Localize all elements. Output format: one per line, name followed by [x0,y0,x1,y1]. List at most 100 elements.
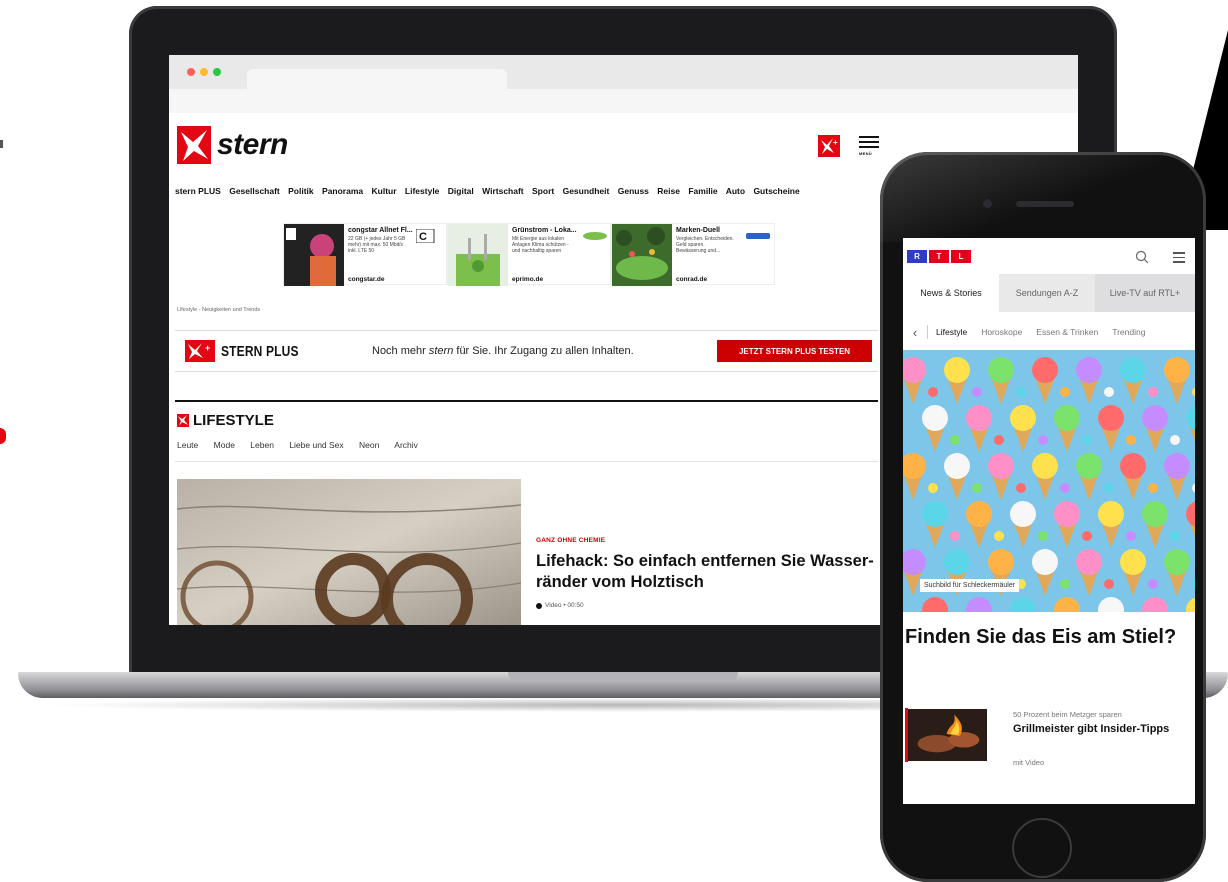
section-subnav: Leute Mode Leben Liebe und Sex Neon Arch… [177,440,431,450]
browser-chrome [169,55,1078,113]
minimize-window-button[interactable] [200,68,208,76]
nav-item-panorama[interactable]: Panorama [322,186,363,196]
laptop-notch [508,672,738,682]
ad-image-conrad [612,224,672,286]
mobile-headline[interactable]: Finden Sie das Eis am Stiel? [905,624,1189,651]
chevron-left-icon[interactable]: ‹ [903,325,927,340]
tab-sendungen-a-z[interactable]: Sendungen A-Z [999,274,1095,312]
section-title-text: LIFESTYLE [193,412,274,429]
nav-item-gesellschaft[interactable]: Gesellschaft [229,186,280,196]
subnav-separator [927,325,928,339]
nav-item-genuss[interactable]: Genuss [618,186,649,196]
conrad-logo-icon [746,233,770,239]
phone-camera [983,199,992,208]
nav-item-gutscheine[interactable]: Gutscheine [753,186,799,196]
teaser-title[interactable]: Grillmeister gibt Insider-Tipps [1013,722,1183,737]
rtl-logo[interactable]: R T L [907,250,971,263]
mobile-subnav-trending[interactable]: Trending [1112,327,1145,337]
hero-caption: Suchbild für Schleckermäuler [920,579,1020,592]
congstar-logo-icon: C [416,229,435,243]
svg-text:+: + [833,138,838,147]
breadcrumb[interactable]: Lifestyle - Neuigkeiten und Trends [177,307,260,313]
hero-image-ice-cream-pattern[interactable] [903,350,1195,612]
tab-live-tv[interactable]: Live-TV auf RTL+ [1095,274,1195,312]
menu-label: MENÜ [859,151,872,156]
mobile-subnav: ‹ Lifestyle Horoskope Essen & Trinken Tr… [903,318,1195,346]
phone-speaker [1016,201,1074,207]
browser-tab[interactable] [247,69,507,89]
rtl-logo-letter-r: R [907,250,927,263]
stern-star-icon [177,126,211,164]
hamburger-icon[interactable] [1173,252,1185,266]
nav-item-auto[interactable]: Auto [726,186,745,196]
play-icon [536,602,542,609]
ad-image-congstar [284,224,344,286]
mobile-subnav-lifestyle[interactable]: Lifestyle [936,327,967,337]
nav-item-politik[interactable]: Politik [288,186,314,196]
rtl-header: R T L [903,238,1195,274]
nav-item-familie[interactable]: Familie [688,186,717,196]
tab-news-stories[interactable]: News & Stories [903,274,999,312]
main-navigation: stern PLUS Gesellschaft Politik Panorama… [175,186,806,196]
nav-item-wirtschaft[interactable]: Wirtschaft [482,186,523,196]
stern-plus-cta-button[interactable]: JETZT STERN PLUS TESTEN [717,340,872,362]
ad-title: Marken-Duell [676,227,720,234]
stern-star-small-icon [177,414,189,427]
ad-domain: eprimo.de [512,276,544,283]
nav-item-sport[interactable]: Sport [532,186,554,196]
teaser-kicker: 50 Prozent beim Metzger sparen [1013,710,1122,719]
teaser-image-grill[interactable] [905,708,987,762]
nav-item-stern-plus[interactable]: stern PLUS [175,186,221,196]
nav-item-kultur[interactable]: Kultur [372,186,397,196]
mobile-tabs: News & Stories Sendungen A-Z Live-TV auf… [903,274,1195,312]
stern-plus-tagline: Noch mehr stern für Sie. Ihr Zugang zu a… [372,345,634,357]
menu-button[interactable]: MENÜ [859,136,879,156]
section-title: LIFESTYLE [177,412,274,429]
rtl-logo-letter-l: L [951,250,971,263]
ad-image-eprimo [448,224,508,286]
ad-text: Mit Energie aus lokalen Anlagen Klima sc… [512,236,569,254]
nav-item-reise[interactable]: Reise [657,186,680,196]
subnav-item-liebe-und-sex[interactable]: Liebe und Sex [289,440,343,450]
phone-screen: R T L News & Stories Sendungen A-Z Live-… [903,238,1195,804]
search-icon[interactable] [1135,250,1149,264]
subnav-item-leben[interactable]: Leben [250,440,274,450]
decorative-red-mark [0,428,6,444]
mobile-subnav-essen-trinken[interactable]: Essen & Trinken [1036,327,1098,337]
subnav-item-neon[interactable]: Neon [359,440,379,450]
teaser-meta: mit Video [1013,758,1045,767]
svg-text:C: C [419,231,427,243]
close-window-button[interactable] [187,68,195,76]
stern-plus-logo[interactable]: + STERN PLUS [185,340,318,362]
stern-plus-promo: + STERN PLUS Noch mehr stern für Sie. Ih… [175,330,878,372]
stern-logo[interactable]: stern [177,125,288,165]
ad-card-conrad[interactable]: Marken-Duell Vergleichen. Entscheiden. G… [611,223,775,286]
nav-item-digital[interactable]: Digital [448,186,474,196]
phone-home-button[interactable] [1012,818,1072,878]
phone-gloss [880,152,1206,242]
article-headline[interactable]: Lifehack: So einfach entfernen Sie Wasse… [536,551,886,593]
subnav-item-archiv[interactable]: Archiv [394,440,418,450]
article-image-wood-water-rings[interactable] [177,479,521,625]
ad-card-congstar[interactable]: congstar Allnet Fl... 22 GB (+ jedes Jah… [283,223,447,286]
section-divider [175,400,878,402]
article-meta: Video • 00:50 [536,602,584,609]
address-bar[interactable] [169,89,1078,113]
nav-item-lifestyle[interactable]: Lifestyle [405,186,440,196]
ad-title: Grünstrom - Loka... [512,227,577,234]
ad-text: 22 GB (+ jedes Jahr 5 GB mehr) mit max. … [348,236,406,254]
ad-title: congstar Allnet Fl... [348,227,413,234]
subnav-item-mode[interactable]: Mode [214,440,235,450]
subnav-divider [175,461,878,462]
mobile-subnav-horoskope[interactable]: Horoskope [981,327,1022,337]
hamburger-icon [859,136,879,138]
stern-plus-icon[interactable]: + [818,135,840,157]
stern-plus-star-icon: + [185,340,215,362]
ad-row: congstar Allnet Fl... 22 GB (+ jedes Jah… [283,223,775,286]
decorative-edge-mark [0,140,3,148]
nav-item-gesundheit[interactable]: Gesundheit [563,186,610,196]
subnav-item-leute[interactable]: Leute [177,440,198,450]
maximize-window-button[interactable] [213,68,221,76]
site-name: stern [217,128,288,161]
ad-card-eprimo[interactable]: Grünstrom - Loka... Mit Energie aus loka… [447,223,611,286]
